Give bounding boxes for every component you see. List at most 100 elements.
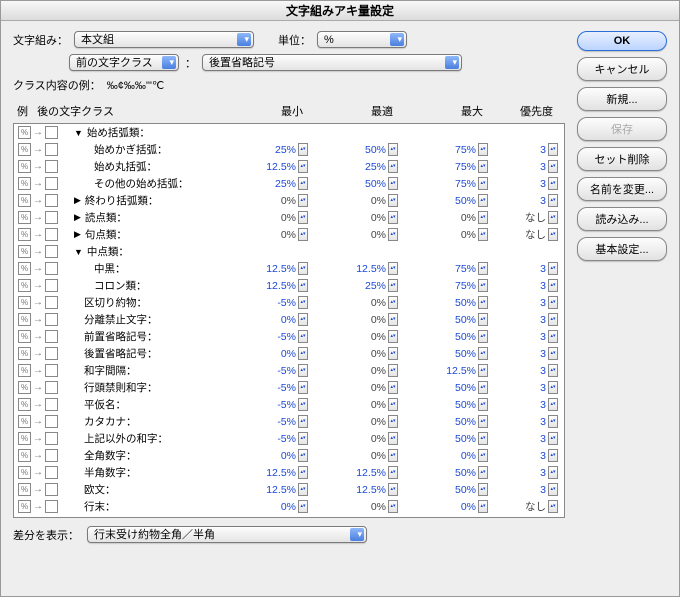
- rename-button[interactable]: 名前を変更...: [577, 177, 667, 201]
- stepper-icon[interactable]: ▴▾: [548, 483, 558, 496]
- value-cell[interactable]: 3▴▾: [494, 415, 564, 428]
- value-cell[interactable]: 0%▴▾: [314, 194, 404, 207]
- value-cell[interactable]: 0%▴▾: [224, 211, 314, 224]
- value-cell[interactable]: 50%▴▾: [404, 313, 494, 326]
- value-cell[interactable]: 0%▴▾: [314, 330, 404, 343]
- stepper-icon[interactable]: ▴▾: [388, 364, 398, 377]
- stepper-icon[interactable]: ▴▾: [298, 517, 308, 518]
- stepper-icon[interactable]: ▴▾: [388, 313, 398, 326]
- value-cell[interactable]: 3▴▾: [494, 143, 564, 156]
- value-cell[interactable]: -5%▴▾: [224, 364, 314, 377]
- stepper-icon[interactable]: ▴▾: [478, 500, 488, 513]
- unit-select[interactable]: %: [317, 31, 407, 48]
- stepper-icon[interactable]: ▴▾: [298, 296, 308, 309]
- stepper-icon[interactable]: ▴▾: [298, 449, 308, 462]
- value-cell[interactable]: 75%▴▾: [404, 262, 494, 275]
- value-cell[interactable]: 0%▴▾: [314, 415, 404, 428]
- stepper-icon[interactable]: ▴▾: [478, 398, 488, 411]
- stepper-icon[interactable]: ▴▾: [478, 160, 488, 173]
- stepper-icon[interactable]: ▴▾: [298, 194, 308, 207]
- disclosure-triangle-icon[interactable]: ▶: [74, 195, 81, 206]
- value-cell[interactable]: 0%▴▾: [314, 381, 404, 394]
- value-cell[interactable]: 0%▴▾: [404, 228, 494, 241]
- value-cell[interactable]: 0%▴▾: [224, 449, 314, 462]
- new-button[interactable]: 新規...: [577, 87, 667, 111]
- after-class-select[interactable]: 後置省略記号: [202, 54, 462, 71]
- value-cell[interactable]: 0%▴▾: [314, 517, 404, 518]
- value-cell[interactable]: 0%▴▾: [314, 432, 404, 445]
- value-cell[interactable]: 0%▴▾: [314, 296, 404, 309]
- value-cell[interactable]: 3▴▾: [494, 313, 564, 326]
- disclosure-triangle-icon[interactable]: ▶: [74, 212, 81, 223]
- value-cell[interactable]: -5%▴▾: [224, 415, 314, 428]
- value-cell[interactable]: -5%▴▾: [224, 381, 314, 394]
- value-cell[interactable]: 0%▴▾: [314, 364, 404, 377]
- value-cell[interactable]: 75%▴▾: [404, 143, 494, 156]
- stepper-icon[interactable]: ▴▾: [478, 449, 488, 462]
- value-cell[interactable]: 0%▴▾: [314, 211, 404, 224]
- value-cell[interactable]: 3▴▾: [494, 177, 564, 190]
- value-cell[interactable]: 12.5%▴▾: [314, 483, 404, 496]
- stepper-icon[interactable]: ▴▾: [298, 432, 308, 445]
- value-cell[interactable]: 75%▴▾: [404, 177, 494, 190]
- value-cell[interactable]: -5%▴▾: [224, 296, 314, 309]
- stepper-icon[interactable]: ▴▾: [298, 500, 308, 513]
- value-cell[interactable]: 50%▴▾: [404, 296, 494, 309]
- value-cell[interactable]: 3▴▾: [494, 194, 564, 207]
- basic-settings-button[interactable]: 基本設定...: [577, 237, 667, 261]
- value-cell[interactable]: 0%▴▾: [224, 228, 314, 241]
- value-cell[interactable]: 75%▴▾: [404, 160, 494, 173]
- disclosure-triangle-icon[interactable]: ▼: [74, 247, 83, 257]
- stepper-icon[interactable]: ▴▾: [478, 262, 488, 275]
- stepper-icon[interactable]: ▴▾: [478, 330, 488, 343]
- value-cell[interactable]: 25%▴▾: [224, 177, 314, 190]
- stepper-icon[interactable]: ▴▾: [548, 194, 558, 207]
- stepper-icon[interactable]: ▴▾: [388, 296, 398, 309]
- stepper-icon[interactable]: ▴▾: [298, 279, 308, 292]
- value-cell[interactable]: 12.5%▴▾: [224, 483, 314, 496]
- value-cell[interactable]: 0%▴▾: [224, 500, 314, 513]
- stepper-icon[interactable]: ▴▾: [388, 432, 398, 445]
- value-cell[interactable]: 12.5%▴▾: [224, 160, 314, 173]
- value-cell[interactable]: 0%▴▾: [224, 194, 314, 207]
- value-cell[interactable]: 3▴▾: [494, 398, 564, 411]
- value-cell[interactable]: 50%▴▾: [404, 194, 494, 207]
- stepper-icon[interactable]: ▴▾: [388, 415, 398, 428]
- stepper-icon[interactable]: ▴▾: [478, 466, 488, 479]
- stepper-icon[interactable]: ▴▾: [478, 483, 488, 496]
- value-cell[interactable]: 0%▴▾: [314, 398, 404, 411]
- stepper-icon[interactable]: ▴▾: [548, 279, 558, 292]
- value-cell[interactable]: 3▴▾: [494, 364, 564, 377]
- stepper-icon[interactable]: ▴▾: [548, 228, 558, 241]
- value-cell[interactable]: 50%▴▾: [404, 381, 494, 394]
- stepper-icon[interactable]: ▴▾: [548, 364, 558, 377]
- stepper-icon[interactable]: ▴▾: [478, 381, 488, 394]
- stepper-icon[interactable]: ▴▾: [388, 398, 398, 411]
- value-cell[interactable]: 0%▴▾: [314, 500, 404, 513]
- stepper-icon[interactable]: ▴▾: [388, 500, 398, 513]
- value-cell[interactable]: 12.5%▴▾: [314, 262, 404, 275]
- before-class-select[interactable]: 前の文字クラス: [69, 54, 179, 71]
- value-cell[interactable]: 25%▴▾: [314, 279, 404, 292]
- value-cell[interactable]: 0%▴▾: [314, 313, 404, 326]
- stepper-icon[interactable]: ▴▾: [298, 415, 308, 428]
- stepper-icon[interactable]: ▴▾: [388, 143, 398, 156]
- stepper-icon[interactable]: ▴▾: [548, 381, 558, 394]
- stepper-icon[interactable]: ▴▾: [388, 449, 398, 462]
- value-cell[interactable]: 3▴▾: [494, 262, 564, 275]
- value-cell[interactable]: なし▴▾: [494, 516, 564, 518]
- stepper-icon[interactable]: ▴▾: [478, 364, 488, 377]
- stepper-icon[interactable]: ▴▾: [388, 211, 398, 224]
- stepper-icon[interactable]: ▴▾: [388, 262, 398, 275]
- stepper-icon[interactable]: ▴▾: [548, 160, 558, 173]
- value-cell[interactable]: 50%▴▾: [404, 483, 494, 496]
- value-cell[interactable]: 12.5%▴▾: [404, 364, 494, 377]
- value-cell[interactable]: なし▴▾: [494, 227, 564, 242]
- stepper-icon[interactable]: ▴▾: [478, 517, 488, 518]
- stepper-icon[interactable]: ▴▾: [298, 313, 308, 326]
- stepper-icon[interactable]: ▴▾: [298, 177, 308, 190]
- stepper-icon[interactable]: ▴▾: [478, 194, 488, 207]
- stepper-icon[interactable]: ▴▾: [548, 415, 558, 428]
- value-cell[interactable]: 3▴▾: [494, 432, 564, 445]
- value-cell[interactable]: 0%▴▾: [224, 517, 314, 518]
